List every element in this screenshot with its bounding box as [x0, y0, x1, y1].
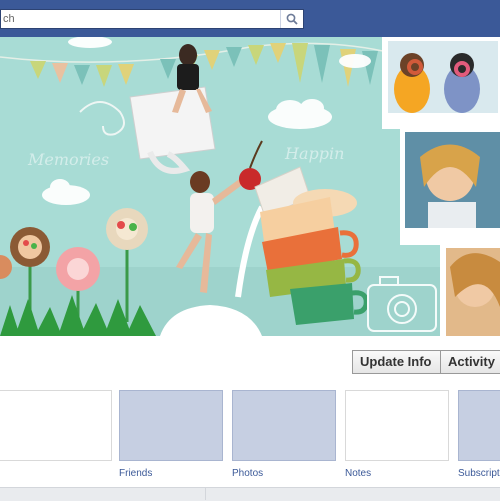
update-info-button[interactable]: Update Info — [352, 350, 441, 374]
app-tile-notes[interactable] — [345, 390, 449, 461]
cover-word-happin: Happin — [284, 144, 344, 163]
activity-log-button[interactable]: Activity — [441, 350, 500, 374]
app-label-friends[interactable]: Friends — [119, 468, 152, 479]
top-navigation-bar: ch — [0, 0, 500, 37]
search-text: ch — [3, 13, 15, 25]
cover-word-memories: Memories — [27, 150, 109, 169]
search-icon — [286, 13, 298, 25]
profile-apps-section: Friends Photos Notes Subscript — [0, 390, 500, 500]
content-separator — [0, 487, 500, 501]
search-input[interactable]: ch — [0, 9, 304, 29]
polaroid-photo-2 — [400, 127, 500, 245]
app-label-subscriptions[interactable]: Subscript — [458, 468, 500, 479]
polaroid-photo-3 — [440, 242, 500, 336]
profile-action-bar: Update Info Activity — [0, 336, 500, 390]
polaroid-photo-1 — [382, 37, 500, 129]
app-tile-subscriptions[interactable] — [458, 390, 500, 461]
app-label-notes[interactable]: Notes — [345, 468, 371, 479]
app-tile-photos[interactable] — [232, 390, 336, 461]
app-tile-about[interactable] — [0, 390, 112, 461]
cover-photo: Memories Happin — [0, 37, 500, 336]
app-label-photos[interactable]: Photos — [232, 468, 263, 479]
search-button[interactable] — [280, 10, 303, 28]
app-tile-friends[interactable] — [119, 390, 223, 461]
cover-illustration: Memories Happin — [0, 37, 500, 336]
column-divider — [205, 487, 206, 500]
